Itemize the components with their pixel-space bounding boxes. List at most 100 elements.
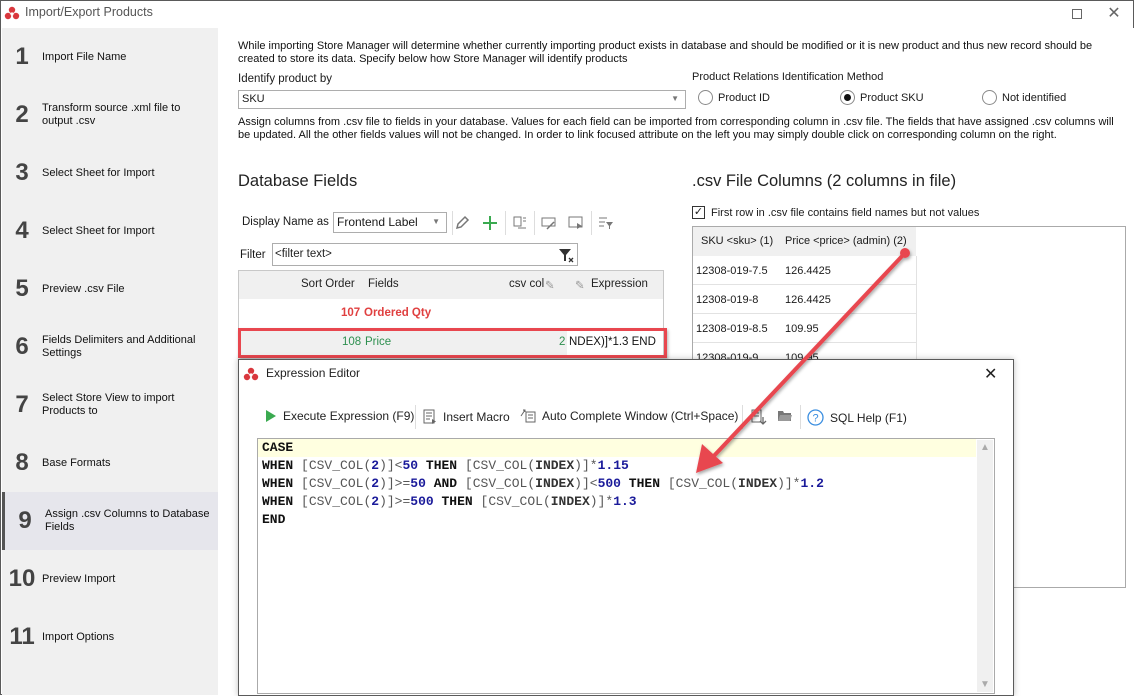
csv-row[interactable]: 12308-019-8.5 109.95 [693,314,916,343]
expression-cell[interactable]: NDEX)]*1.3 END [567,328,663,357]
token: * [589,458,598,473]
step-transform-xml[interactable]: 2 Transform source .xml file to output .… [2,86,218,144]
preview-expression-button[interactable] [566,213,586,233]
table-row-selected[interactable]: 108 Price 2 NDEX)]*1.3 END [239,328,663,357]
step-number: 6 [15,333,29,360]
clear-filter-icon[interactable] [558,247,574,263]
step-label: Preview Import [42,572,116,585]
token: INDEX [535,458,575,473]
step-import-file-name[interactable]: 1 Import File Name [2,28,218,86]
csv-column-header-price[interactable]: Price <price> (admin) (2) [785,235,907,247]
step-base-formats[interactable]: 8 Base Formats [2,434,218,492]
checkbox-label: First row in .csv file contains field na… [711,206,980,219]
step-select-sheet[interactable]: 3 Select Sheet for Import [2,144,218,202]
chevron-up-icon[interactable]: ▲ [980,442,990,453]
auto-link-button[interactable] [510,213,530,233]
csv-grid-header: SKU <sku> (1) Price <price> (admin) (2) [693,227,916,256]
toolbar-separator [505,211,506,235]
add-field-button[interactable] [480,213,500,233]
chevron-down-icon[interactable]: ▼ [980,679,990,690]
insert-macro-button[interactable]: Insert Macro [423,409,510,425]
step-store-view[interactable]: 7 Select Store View to import Products t… [2,376,218,434]
step-number: 3 [15,159,29,186]
token: >= [394,476,411,491]
column-header-expression[interactable]: Expression [591,278,648,290]
plus-icon [483,216,497,230]
table-row[interactable]: 107 Ordered Qty [239,299,663,328]
grid-header: Sort Order Fields csv col ✎ ✎ Expression [239,271,663,299]
radio-product-sku[interactable]: Product SKU [840,90,924,105]
token: < [589,476,598,491]
radio-label: Product ID [718,91,770,104]
execute-expression-button[interactable]: Execute Expression (F9) [265,409,414,423]
token: [CSV_COL( [480,494,551,509]
step-label: Fields Delimiters and Additional Setting… [42,334,196,359]
step-preview-import[interactable]: 10 Preview Import [2,550,218,608]
csv-row[interactable]: 12308-019-7.5 126.4425 [693,256,916,285]
step-number: 9 [18,507,32,534]
auto-complete-button[interactable]: Auto Complete Window (Ctrl+Space) [520,409,738,423]
filter-placeholder: <filter text> [275,248,332,260]
download-list-icon [751,409,767,425]
column-header-fields[interactable]: Fields [368,278,399,290]
token: 1.2 [800,476,824,491]
filter-options-button[interactable] [596,213,616,233]
csv-cell: 126.4425 [785,265,831,277]
intro-text: While importing Store Manager will deter… [238,40,1093,65]
radio-product-id[interactable]: Product ID [698,90,770,105]
edit-expression-button[interactable] [539,213,559,233]
pencil-icon [455,215,470,230]
keyword-when: WHEN [262,476,294,491]
keyword-when: WHEN [262,458,294,473]
button-label: Auto Complete Window (Ctrl+Space) [542,409,739,423]
first-row-header-checkbox[interactable]: ✓ First row in .csv file contains field … [692,206,979,219]
filter-input[interactable]: <filter text> [272,243,578,266]
radio-not-identified[interactable]: Not identified [982,90,1066,105]
token: [CSV_COL( [464,476,536,491]
maximize-button[interactable] [1067,5,1087,23]
step-label: Preview .csv File [42,282,125,295]
keyword-end: END [262,512,286,527]
column-header-csv-col[interactable]: csv col [509,278,544,290]
database-fields-grid: Sort Order Fields csv col ✎ ✎ Expression… [238,270,664,358]
display-name-select[interactable]: Frontend Label ▼ [333,212,447,233]
identify-product-select[interactable]: SKU ▼ [238,90,686,109]
step-preview-csv[interactable]: 5 Preview .csv File [2,260,218,318]
token: INDEX [550,494,590,509]
keyword-and: AND [433,476,458,491]
svg-text:?: ? [812,413,818,425]
code-line-3: WHEN [CSV_COL(2)]>=50 AND [CSV_COL(INDEX… [262,475,824,493]
maximize-icon [1072,9,1082,19]
csv-row[interactable]: 12308-019-8 126.4425 [693,285,916,314]
token: 2 [371,476,380,491]
step-number: 5 [15,275,29,302]
column-header-sort-order[interactable]: Sort Order [301,278,355,290]
token: )] [574,476,590,491]
csv-columns-title: .csv File Columns (2 columns in file) [692,172,957,190]
field-name-cell: Ordered Qty [364,307,432,319]
sql-help-button[interactable]: ? SQL Help (F1) [807,409,907,426]
expression-edit-icon [541,217,556,230]
button-label: SQL Help (F1) [830,410,907,425]
step-import-options[interactable]: 11 Import Options [2,608,218,666]
close-icon: ✕ [1107,5,1121,22]
display-name-label: Display Name as [242,216,329,228]
expression-editor-dialog: Expression Editor ✕ Execute Expression (… [238,359,1014,696]
title-bar: Import/Export Products ✕ [1,1,1133,27]
chevron-down-icon: ▼ [671,94,679,103]
close-button[interactable]: ✕ [1104,5,1124,23]
step-select-sheet-2[interactable]: 4 Select Sheet for Import [2,202,218,260]
step-assign-columns[interactable]: 9 Assign .csv Columns to Database Fields [2,492,218,550]
close-icon[interactable]: ✕ [984,364,997,384]
vertical-scrollbar[interactable]: ▲ ▼ [977,440,993,692]
toolbar-separator [742,405,743,429]
step-fields-delimiters[interactable]: 6 Fields Delimiters and Additional Setti… [2,318,218,376]
open-file-button[interactable] [777,409,799,423]
expression-code-editor[interactable]: CASE WHEN [CSV_COL(2)]<50 THEN [CSV_COL(… [257,438,995,694]
step-label: Transform source .xml file to output .cs… [42,102,181,127]
edit-button[interactable] [452,213,472,233]
step-label: Import Options [42,630,115,643]
token: )] [589,494,606,509]
csv-column-header-sku[interactable]: SKU <sku> (1) [701,235,773,247]
load-expression-button[interactable] [751,409,773,425]
